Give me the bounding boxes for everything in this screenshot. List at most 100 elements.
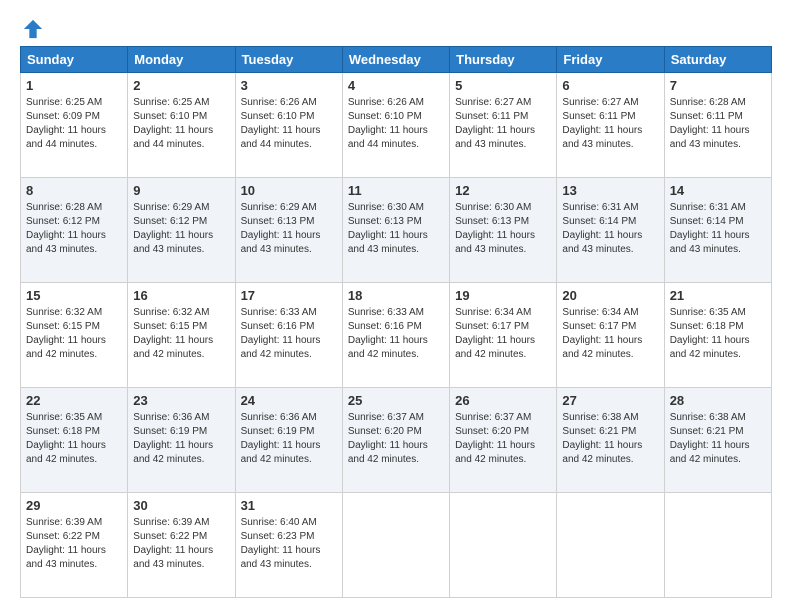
sunset-text: Sunset: 6:16 PM [348,321,422,332]
daylight-text: Daylight: 11 hours and 42 minutes. [455,335,535,360]
day-number: 20 [562,287,658,305]
daylight-text: Daylight: 11 hours and 43 minutes. [562,230,642,255]
day-cell: 7Sunrise: 6:28 AMSunset: 6:11 PMDaylight… [664,73,771,178]
day-cell: 12Sunrise: 6:30 AMSunset: 6:13 PMDayligh… [450,178,557,283]
sunset-text: Sunset: 6:20 PM [455,426,529,437]
day-number: 3 [241,77,337,95]
daylight-text: Daylight: 11 hours and 42 minutes. [26,440,106,465]
day-number: 10 [241,182,337,200]
sunrise-text: Sunrise: 6:31 AM [670,202,746,213]
day-cell: 15Sunrise: 6:32 AMSunset: 6:15 PMDayligh… [21,283,128,388]
day-cell: 25Sunrise: 6:37 AMSunset: 6:20 PMDayligh… [342,388,449,493]
daylight-text: Daylight: 11 hours and 43 minutes. [26,545,106,570]
sunset-text: Sunset: 6:19 PM [241,426,315,437]
sunrise-text: Sunrise: 6:38 AM [670,412,746,423]
sunset-text: Sunset: 6:13 PM [348,216,422,227]
week-row-2: 8Sunrise: 6:28 AMSunset: 6:12 PMDaylight… [21,178,772,283]
sunrise-text: Sunrise: 6:39 AM [133,517,209,528]
week-row-1: 1Sunrise: 6:25 AMSunset: 6:09 PMDaylight… [21,73,772,178]
day-header-saturday: Saturday [664,47,771,73]
sunset-text: Sunset: 6:22 PM [133,531,207,542]
day-header-sunday: Sunday [21,47,128,73]
sunrise-text: Sunrise: 6:25 AM [26,97,102,108]
day-cell: 28Sunrise: 6:38 AMSunset: 6:21 PMDayligh… [664,388,771,493]
day-cell: 27Sunrise: 6:38 AMSunset: 6:21 PMDayligh… [557,388,664,493]
daylight-text: Daylight: 11 hours and 43 minutes. [26,230,106,255]
day-cell: 18Sunrise: 6:33 AMSunset: 6:16 PMDayligh… [342,283,449,388]
daylight-text: Daylight: 11 hours and 42 minutes. [670,335,750,360]
daylight-text: Daylight: 11 hours and 42 minutes. [348,440,428,465]
sunset-text: Sunset: 6:10 PM [133,111,207,122]
sunrise-text: Sunrise: 6:30 AM [348,202,424,213]
daylight-text: Daylight: 11 hours and 43 minutes. [133,545,213,570]
sunrise-text: Sunrise: 6:34 AM [562,307,638,318]
page: SundayMondayTuesdayWednesdayThursdayFrid… [0,0,792,612]
day-number: 24 [241,392,337,410]
week-row-3: 15 Sunrise: 6:32 AM Sunset: 6:15 PM Dayligh… [21,283,772,388]
day-cell [557,493,664,598]
sunset-text: Sunset: 6:13 PM [455,216,529,227]
sunrise-text: Sunrise: 6:36 AM [133,412,209,423]
sunset-text: Sunset: 6:18 PM [26,426,100,437]
day-cell [450,493,557,598]
sunrise-text: Sunrise: 6:37 AM [455,412,531,423]
sunset-text: Sunset: 6:12 PM [26,216,100,227]
sunrise-text: Sunrise: 6:26 AM [241,97,317,108]
day-header-thursday: Thursday [450,47,557,73]
sunset-text: Sunset: 6:13 PM [241,216,315,227]
sunrise-text: Sunrise: 6:33 AM [241,307,317,318]
day-cell: 16Sunrise: 6:32 AMSunset: 6:15 PMDayligh… [128,283,235,388]
day-cell: 20Sunrise: 6:34 AMSunset: 6:17 PMDayligh… [557,283,664,388]
day-number: 18 [348,287,444,305]
calendar-table: SundayMondayTuesdayWednesdayThursdayFrid… [20,46,772,598]
day-cell: 5Sunrise: 6:27 AMSunset: 6:11 PMDaylight… [450,73,557,178]
day-number: 4 [348,77,444,95]
week-row-4: 22 Sunrise: 6:35 AM Sunset: 6:18 PM Dayligh… [21,388,772,493]
sunset-text: Sunset: 6:21 PM [670,426,744,437]
day-number: 14 [670,182,766,200]
sunrise-text: Sunrise: 6:28 AM [26,202,102,213]
sunrise-text: Sunrise: 6:37 AM [348,412,424,423]
sunset-text: Sunset: 6:16 PM [241,321,315,332]
day-header-friday: Friday [557,47,664,73]
day-number: 12 [455,182,551,200]
day-cell [342,493,449,598]
sunrise-text: Sunrise: 6:32 AM [26,307,102,318]
daylight-text: Daylight: 11 hours and 44 minutes. [26,125,106,150]
sunset-text: Sunset: 6:19 PM [133,426,207,437]
day-cell: 6Sunrise: 6:27 AMSunset: 6:11 PMDaylight… [557,73,664,178]
header-row: SundayMondayTuesdayWednesdayThursdayFrid… [21,47,772,73]
sunrise-text: Sunrise: 6:26 AM [348,97,424,108]
day-number: 22 [26,392,122,410]
day-number: 15 [26,287,122,305]
day-header-monday: Monday [128,47,235,73]
logo-icon [22,18,44,40]
sunrise-text: Sunrise: 6:35 AM [26,412,102,423]
sunrise-text: Sunrise: 6:39 AM [26,517,102,528]
day-number: 7 [670,77,766,95]
day-number: 6 [562,77,658,95]
day-number: 21 [670,287,766,305]
sunset-text: Sunset: 6:22 PM [26,531,100,542]
daylight-text: Daylight: 11 hours and 42 minutes. [241,440,321,465]
sunrise-text: Sunrise: 6:36 AM [241,412,317,423]
day-number: 28 [670,392,766,410]
day-cell: 2Sunrise: 6:25 AMSunset: 6:10 PMDaylight… [128,73,235,178]
sunset-text: Sunset: 6:15 PM [133,321,207,332]
daylight-text: Daylight: 11 hours and 44 minutes. [241,125,321,150]
day-number: 11 [348,182,444,200]
sunset-text: Sunset: 6:09 PM [26,111,100,122]
daylight-text: Daylight: 11 hours and 43 minutes. [670,230,750,255]
day-cell: 3Sunrise: 6:26 AMSunset: 6:10 PMDaylight… [235,73,342,178]
day-cell: 10Sunrise: 6:29 AMSunset: 6:13 PMDayligh… [235,178,342,283]
daylight-text: Daylight: 11 hours and 42 minutes. [562,335,642,360]
day-header-wednesday: Wednesday [342,47,449,73]
sunrise-text: Sunrise: 6:35 AM [670,307,746,318]
day-cell: 24 Sunrise: 6:36 AM Sunset: 6:19 PM Dayligh… [235,388,342,493]
daylight-text: Daylight: 11 hours and 43 minutes. [241,545,321,570]
day-cell: 8Sunrise: 6:28 AMSunset: 6:12 PMDaylight… [21,178,128,283]
day-cell: 13Sunrise: 6:31 AMSunset: 6:14 PMDayligh… [557,178,664,283]
day-cell: 23Sunrise: 6:36 AMSunset: 6:19 PMDayligh… [128,388,235,493]
day-cell: 14Sunrise: 6:31 AMSunset: 6:14 PMDayligh… [664,178,771,283]
day-cell: 26Sunrise: 6:37 AMSunset: 6:20 PMDayligh… [450,388,557,493]
